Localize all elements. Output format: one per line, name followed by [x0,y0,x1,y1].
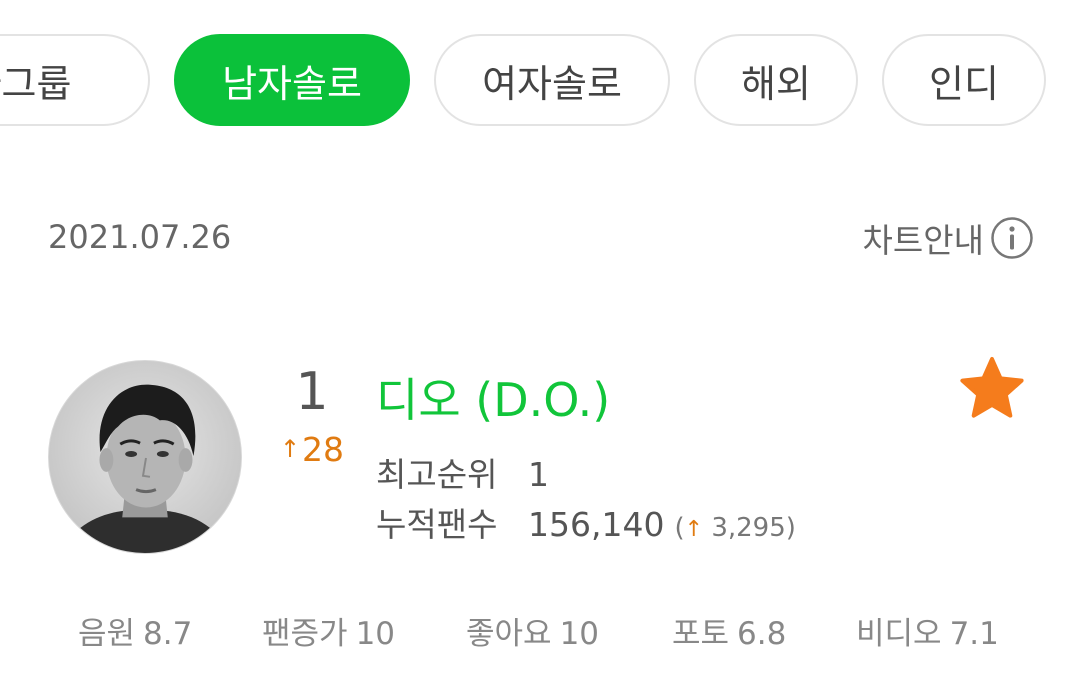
tab-female-solo[interactable]: 여자솔로 [434,34,670,126]
best-rank-label: 최고순위 [376,455,498,494]
chart-date: 2021.07.26 [48,218,232,256]
score-value: 10 [355,616,396,652]
score-value: 8.7 [143,616,193,652]
fan-count-delta: (↑ 3,295) [674,513,795,543]
rank-up-arrow-icon: ↑ [279,435,301,463]
tab-overseas[interactable]: 해외 [694,34,858,126]
best-rank-value: 1 [528,455,549,494]
score-likes: 좋아요 10 [466,608,599,653]
chart-page: 자그룹 남자솔로 여자솔로 해외 인디 2021.07.26 차트안내 [0,0,1080,700]
fan-delta-value: 3,295) [711,513,796,543]
score-video: 비디오 7.1 [856,608,999,653]
score-label: 팬증가 [262,616,348,652]
tab-male-solo[interactable]: 남자솔로 [174,34,410,126]
star-icon[interactable] [958,356,1026,424]
fan-count-label: 누적팬수 [376,505,498,544]
fan-count-value: 156,140 [528,505,665,544]
rank-change-value: 28 [302,430,345,469]
category-tabs: 자그룹 남자솔로 여자솔로 해외 인디 [0,34,1046,126]
score-label: 좋아요 [466,616,552,652]
score-audio: 음원 8.7 [78,608,192,653]
artist-name-link[interactable]: 디오 (D.O.) [376,364,610,430]
rank-change: ↑28 [262,430,362,469]
artist-avatar[interactable] [48,360,242,554]
score-photo: 포토 6.8 [672,608,786,653]
score-value: 7.1 [949,616,999,652]
score-label: 포토 [672,616,730,652]
score-label: 음원 [78,616,136,652]
fan-count-row: 누적팬수 156,140 (↑ 3,295) [376,498,796,546]
score-label: 비디오 [856,616,942,652]
tab-indie[interactable]: 인디 [882,34,1046,126]
chart-guide-label: 차트안내 [862,221,984,260]
score-fan-increase: 팬증가 10 [262,608,395,653]
fan-up-arrow-icon: ↑ [684,517,704,542]
fan-delta-open: ( [674,513,685,543]
tab-male-group[interactable]: 자그룹 [0,34,150,126]
info-icon [990,216,1034,260]
chart-guide-button[interactable]: 차트안내 [863,214,1034,262]
score-value: 6.8 [737,616,787,652]
rank-number: 1 [295,362,329,422]
best-rank-row: 최고순위 1 [376,448,549,496]
score-value: 10 [559,616,600,652]
